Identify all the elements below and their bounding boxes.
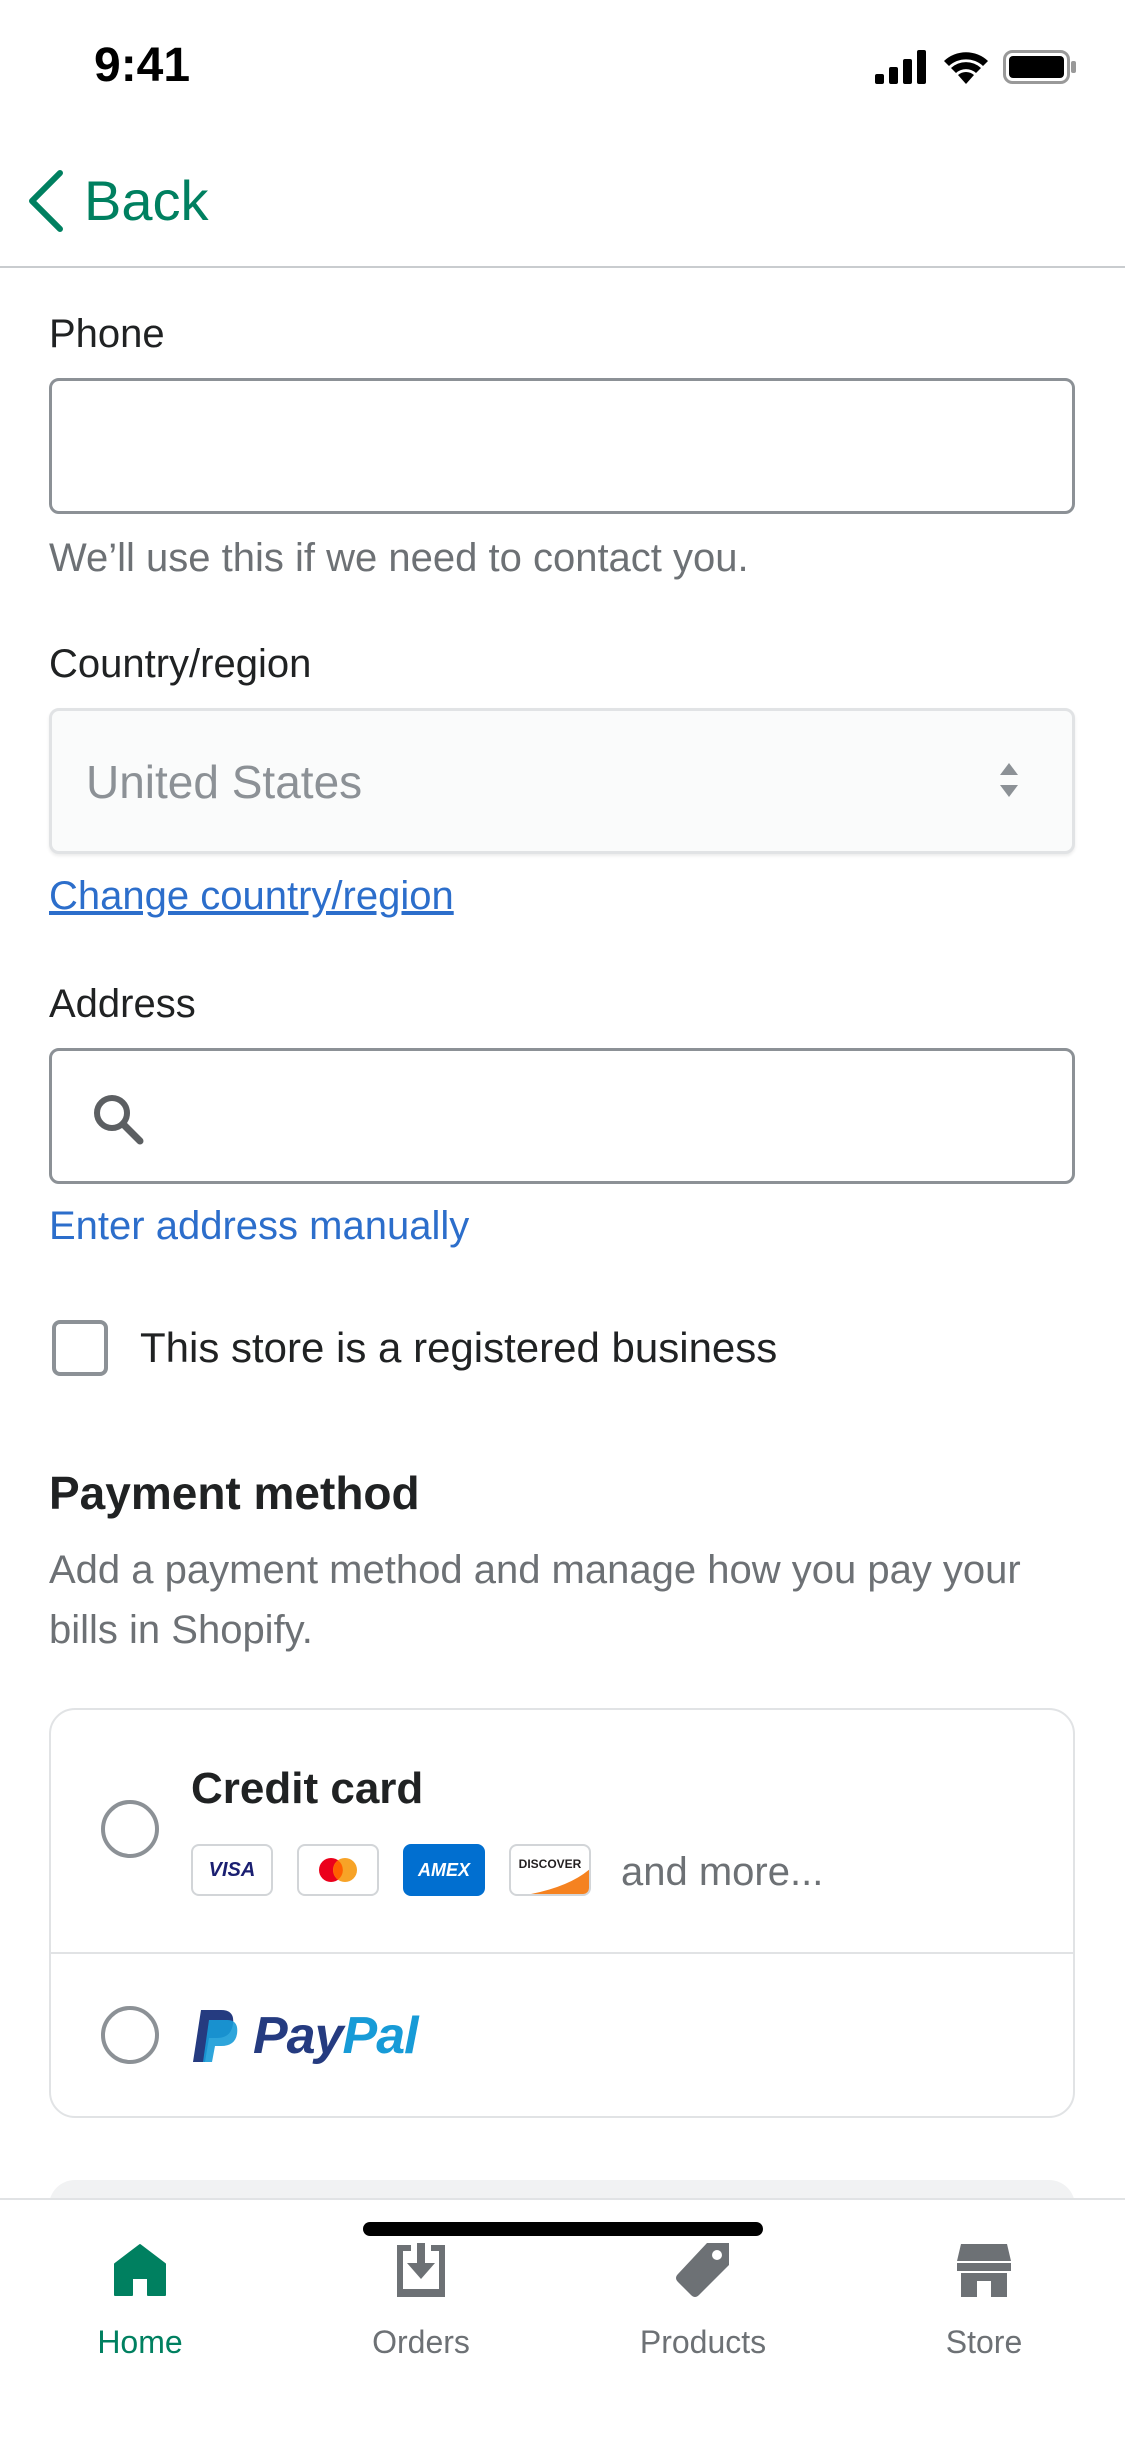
tag-icon xyxy=(676,2243,729,2297)
select-arrows-icon xyxy=(1000,763,1018,797)
country-select-value: United States xyxy=(86,756,363,808)
tab-home[interactable]: Home xyxy=(40,2230,240,2361)
chevron-left-icon xyxy=(29,169,63,232)
change-country-link[interactable]: Change country/region xyxy=(49,874,454,919)
home-icon xyxy=(114,2244,166,2296)
country-label: Country/region xyxy=(49,642,312,686)
phone-input[interactable] xyxy=(49,378,1075,514)
cellular-signal-icon xyxy=(875,50,926,84)
paypal-mark-icon xyxy=(193,2010,238,2062)
status-bar: 9:41 xyxy=(0,0,1125,140)
card-brand-logos: VISA AMEX DISCOVER xyxy=(191,1844,591,1896)
tab-home-label: Home xyxy=(97,2324,183,2360)
amex-logo-text: AMEX xyxy=(417,1859,470,1880)
tab-products[interactable]: Products xyxy=(603,2230,803,2361)
orders-icon xyxy=(397,2243,445,2297)
wifi-icon xyxy=(944,52,988,84)
mastercard-logo-icon xyxy=(297,1844,379,1896)
tab-orders[interactable]: Orders xyxy=(321,2230,521,2361)
battery-icon xyxy=(1003,50,1076,84)
registered-business-label: This store is a registered business xyxy=(140,1324,778,1371)
amex-logo-icon: AMEX xyxy=(403,1844,485,1896)
store-icon xyxy=(957,2244,1011,2297)
paypal-radio[interactable] xyxy=(101,2006,159,2064)
country-select[interactable]: United States xyxy=(49,708,1075,854)
paypal-logo: PayPal xyxy=(191,2006,419,2066)
search-icon xyxy=(94,1095,144,1145)
discover-logo-icon: DISCOVER xyxy=(509,1844,591,1896)
back-button[interactable]: Back xyxy=(26,168,209,233)
phone-help-text: We’ll use this if we need to contact you… xyxy=(49,536,749,580)
status-time: 9:41 xyxy=(94,39,191,92)
home-indicator xyxy=(363,2222,763,2236)
credit-card-radio[interactable] xyxy=(101,1800,159,1858)
status-icons xyxy=(875,50,1077,84)
navigation-bar: Back xyxy=(0,140,1125,268)
enter-address-manually-link[interactable]: Enter address manually xyxy=(49,1204,469,1249)
payment-method-title: Payment method xyxy=(49,1467,420,1519)
paypal-text-pay: Pay xyxy=(253,2007,344,2065)
tab-store[interactable]: Store xyxy=(884,2230,1084,2361)
tab-orders-label: Orders xyxy=(372,2324,470,2360)
credit-card-label: Credit card xyxy=(191,1764,424,1813)
phone-label: Phone xyxy=(49,312,165,356)
registered-business-checkbox[interactable] xyxy=(52,1320,108,1376)
payment-method-description: Add a payment method and manage how you … xyxy=(49,1548,1021,1652)
visa-logo-icon: VISA xyxy=(191,1844,273,1896)
visa-logo-text: VISA xyxy=(208,1858,256,1881)
and-more-text: and more... xyxy=(621,1850,824,1894)
payment-options-card: Credit card VISA AMEX DISCOVER and more.… xyxy=(49,1708,1075,2118)
tab-store-label: Store xyxy=(945,2324,1023,2360)
tab-products-label: Products xyxy=(639,2324,767,2360)
paypal-text-pal: Pal xyxy=(342,2007,419,2065)
address-search-input[interactable] xyxy=(49,1048,1075,1184)
back-label: Back xyxy=(84,169,209,232)
credit-card-option[interactable]: Credit card VISA AMEX DISCOVER and more.… xyxy=(51,1710,1073,1952)
address-label: Address xyxy=(49,982,196,1026)
